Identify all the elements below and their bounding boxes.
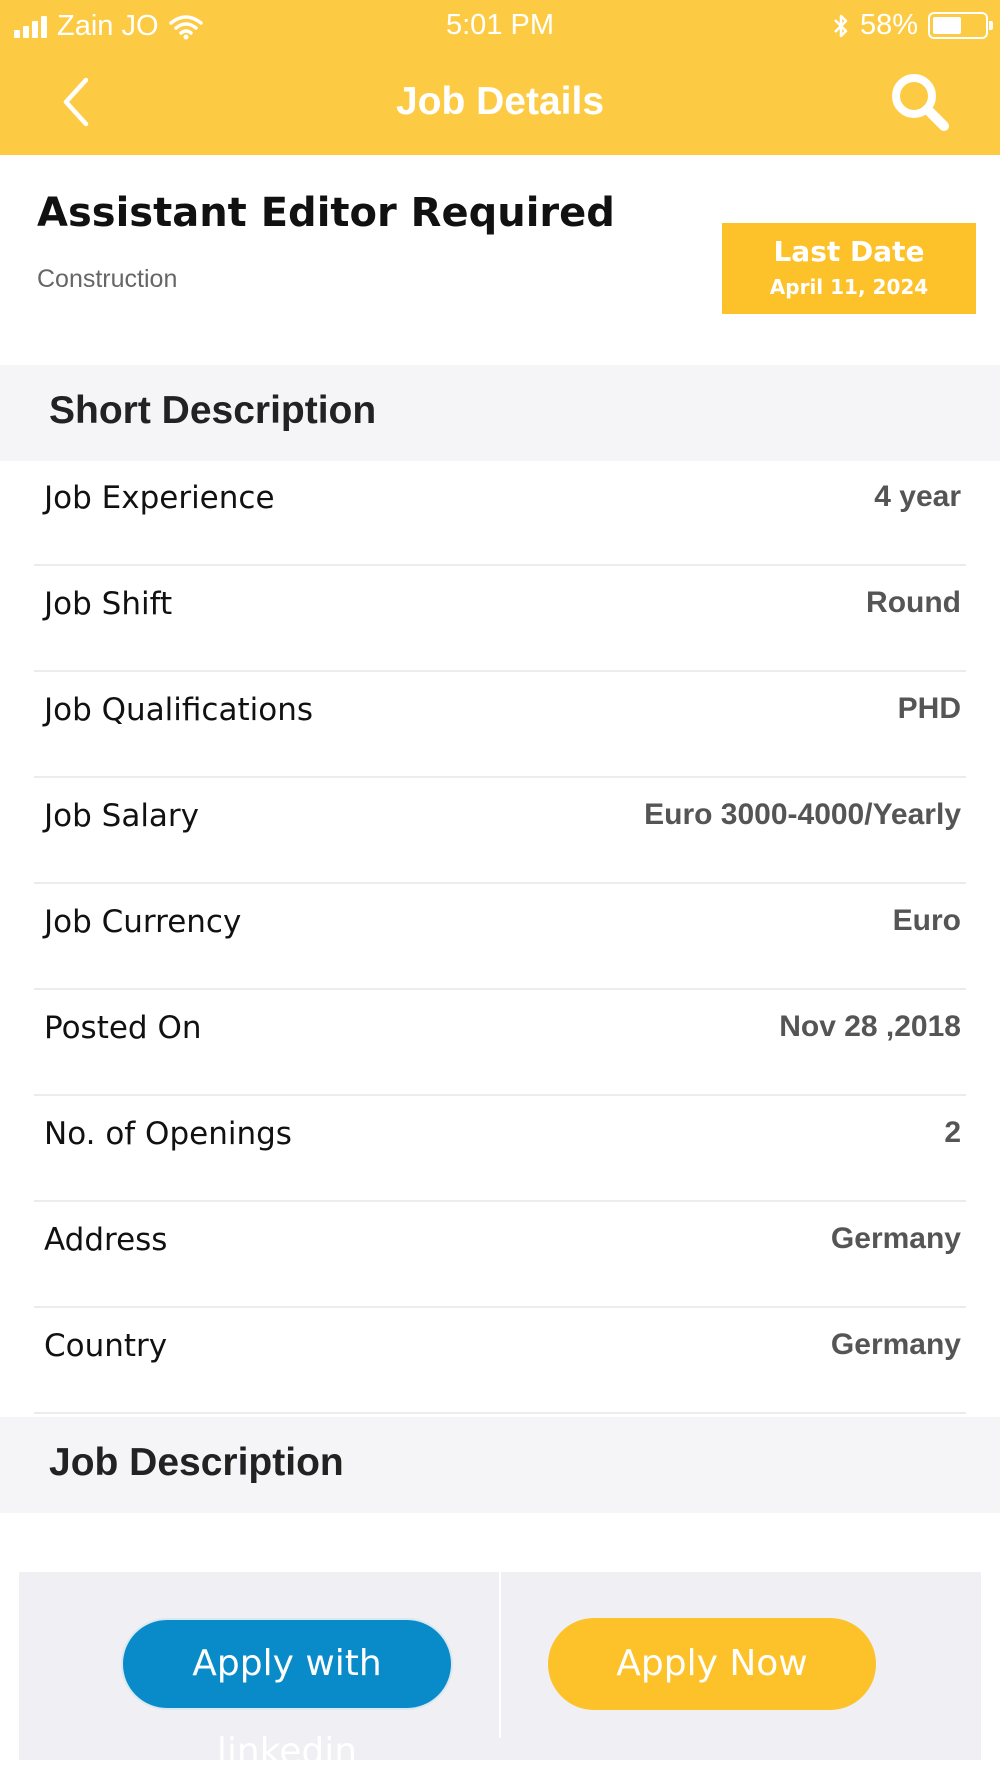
battery-fill (933, 17, 961, 34)
detail-value: 4 year (874, 480, 961, 513)
section-title: Job Description (49, 1441, 344, 1484)
detail-value: Euro 3000-4000/Yearly (644, 798, 961, 831)
short-description-header: Short Description (0, 365, 1000, 461)
detail-row-posted-on: Posted On Nov 28 ,2018 (34, 990, 966, 1096)
battery-percent: 58% (859, 9, 918, 41)
detail-row-shift: Job Shift Round (34, 566, 966, 672)
detail-label: Job Qualifications (44, 692, 314, 728)
detail-row-address: Address Germany (34, 1202, 966, 1308)
detail-row-country: Country Germany (34, 1308, 966, 1414)
apply-with-linkedin-button[interactable]: Apply with linkedin (121, 1618, 453, 1772)
last-date-badge: Last Date April 11, 2024 (722, 223, 976, 314)
job-title: Assistant Editor Required (37, 190, 615, 236)
detail-label: Country (44, 1328, 168, 1364)
detail-value: Euro (892, 904, 961, 937)
last-date-value: April 11, 2024 (769, 275, 929, 299)
detail-row-qualifications: Job Qualifications PHD (34, 672, 966, 778)
detail-value: Nov 28 ,2018 (779, 1010, 961, 1043)
section-title: Short Description (49, 389, 377, 432)
detail-row-openings: No. of Openings 2 (34, 1096, 966, 1202)
page-title: Job Details (395, 80, 605, 123)
detail-value: 2 (944, 1116, 961, 1149)
status-right: 58% (832, 9, 993, 42)
last-date-label: Last Date (773, 235, 925, 268)
battery-icon (928, 12, 993, 39)
search-icon (892, 74, 949, 131)
detail-value: Germany (830, 1222, 961, 1255)
detail-label: Job Experience (44, 480, 275, 516)
bluetooth-icon (834, 14, 848, 37)
detail-label: Posted On (44, 1010, 202, 1046)
detail-label: Job Shift (44, 586, 173, 622)
app-header: Zain JO 5:01 PM 58% Job Details (0, 0, 1000, 155)
detail-value: Germany (830, 1328, 961, 1361)
action-divider (499, 1572, 501, 1738)
detail-label: Address (44, 1222, 168, 1258)
detail-label: No. of Openings (44, 1116, 292, 1152)
job-description-header: Job Description (0, 1417, 1000, 1513)
job-category: Construction (37, 265, 178, 293)
detail-label: Job Currency (44, 904, 242, 940)
apply-now-button[interactable]: Apply Now (548, 1618, 876, 1710)
detail-value: Round (866, 586, 961, 619)
search-button[interactable] (888, 70, 952, 134)
detail-row-currency: Job Currency Euro (34, 884, 966, 990)
status-bar: Zain JO 5:01 PM 58% (0, 0, 1000, 50)
detail-row-salary: Job Salary Euro 3000-4000/Yearly (34, 778, 966, 884)
detail-label: Job Salary (44, 798, 200, 834)
detail-value: PHD (897, 692, 961, 725)
detail-row-experience: Job Experience 4 year (34, 460, 966, 566)
